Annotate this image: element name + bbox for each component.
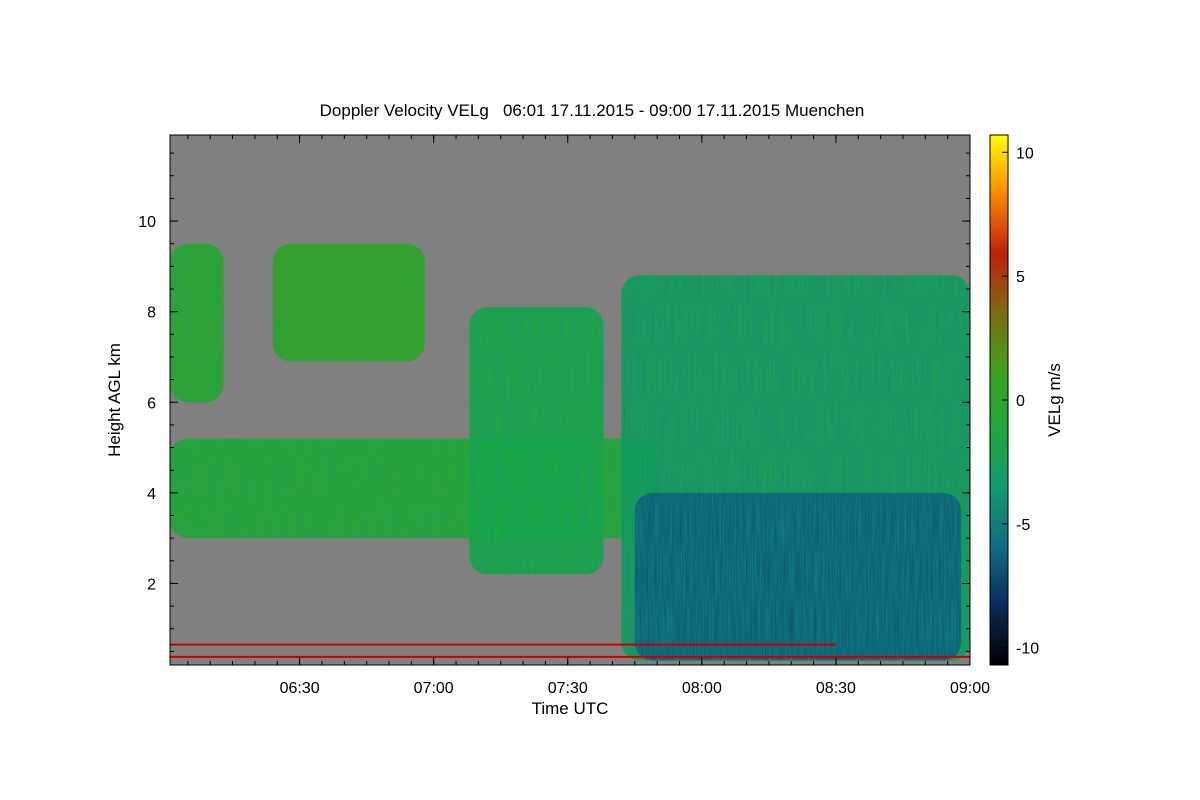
- x-tick-label: 08:00: [682, 680, 722, 697]
- x-tick-label: 07:30: [548, 680, 588, 697]
- echo-ice-cloud-06-02-06-15: [170, 243, 224, 403]
- echo-cloud-patch-06-25-06-55: [272, 243, 425, 362]
- x-axis-label: Time UTC: [532, 699, 609, 718]
- colorbar-tick-label: 10: [1016, 145, 1034, 162]
- y-tick-label: 2: [147, 576, 156, 593]
- x-tick-label: 06:30: [280, 680, 320, 697]
- chart-figure: Doppler Velocity VELg 06:01 17.11.2015 -…: [105, 101, 1064, 718]
- colorbar-tick-label: 0: [1016, 393, 1025, 410]
- colorbar-tick-label: -10: [1016, 641, 1039, 658]
- chart-title: Doppler Velocity VELg 06:01 17.11.2015 -…: [320, 101, 865, 120]
- echo-convective-cloud-07-10-07-35: [469, 307, 604, 575]
- colorbar-tick-label: -5: [1016, 517, 1030, 534]
- colorbar-label: VELg m/s: [1045, 363, 1064, 437]
- y-tick-label: 8: [147, 305, 156, 322]
- echo-precipitation-fall-streaks: [634, 492, 962, 661]
- y-axis-label: Height AGL km: [105, 343, 124, 457]
- x-tick-label: 09:00: [950, 680, 990, 697]
- y-tick-label: 10: [138, 214, 156, 231]
- y-tick-label: 6: [147, 395, 156, 412]
- x-tick-label: 08:30: [816, 680, 856, 697]
- x-tick-label: 07:00: [414, 680, 454, 697]
- y-tick-label: 4: [147, 486, 156, 503]
- colorbar-tick-label: 5: [1016, 269, 1025, 286]
